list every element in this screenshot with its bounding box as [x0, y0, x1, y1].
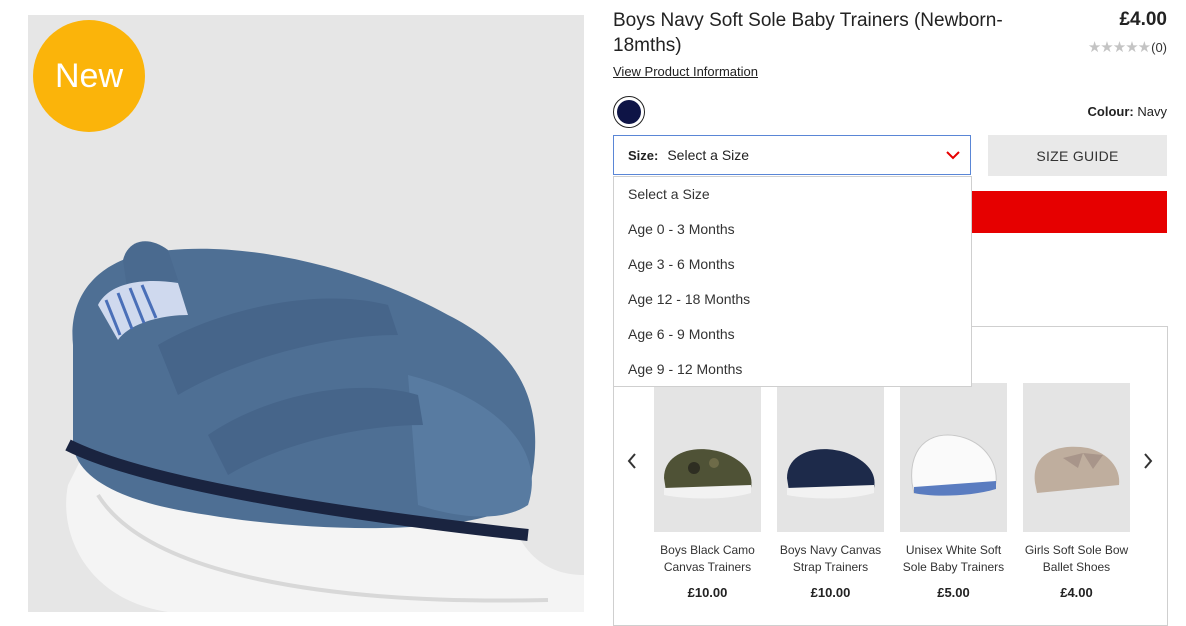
product-name: Boys Navy Canvas Strap Trainers: [779, 543, 882, 574]
colour-label-key: Colour:: [1087, 104, 1134, 119]
product-name: Unisex White Soft Sole Baby Trainers: [902, 543, 1005, 574]
colour-value: Navy: [1137, 104, 1167, 119]
related-product-card[interactable]: Unisex White Soft Sole Baby Trainers £5.…: [900, 383, 1007, 600]
product-thumbnail: [1023, 383, 1130, 532]
size-option[interactable]: Age 6 - 9 Months: [614, 317, 971, 352]
product-name: Boys Black Camo Canvas Trainers: [660, 543, 755, 574]
size-option[interactable]: Age 9 - 12 Months: [614, 352, 971, 387]
new-badge: New: [33, 20, 145, 132]
size-dropdown: Select a Size Age 0 - 3 Months Age 3 - 6…: [613, 176, 972, 387]
product-price: £4.00: [1119, 9, 1167, 30]
size-select[interactable]: Size: Select a Size: [613, 135, 971, 175]
review-count: (0): [1151, 39, 1167, 55]
size-option[interactable]: Select a Size: [614, 177, 971, 212]
product-title: Boys Navy Soft Sole Baby Trainers (Newbo…: [613, 10, 1003, 56]
chevron-left-icon[interactable]: [626, 450, 638, 476]
product-price: £10.00: [687, 585, 728, 600]
related-product-card[interactable]: Boys Navy Canvas Strap Trainers £10.00: [777, 383, 884, 600]
view-product-information-link[interactable]: View Product Information: [613, 64, 758, 79]
chevron-right-icon[interactable]: [1142, 450, 1154, 476]
product-price: £5.00: [937, 585, 970, 600]
size-option[interactable]: Age 12 - 18 Months: [614, 282, 971, 317]
related-product-card[interactable]: Girls Soft Sole Bow Ballet Shoes £4.00: [1023, 383, 1130, 600]
swatch-dot: [617, 100, 641, 124]
product-image[interactable]: New: [28, 15, 584, 612]
product-thumbnail: [654, 383, 761, 532]
size-label: Size:: [628, 147, 659, 163]
colour-label: Colour: Navy: [1088, 104, 1167, 119]
chevron-down-icon: [946, 151, 960, 160]
product-price: £10.00: [810, 585, 851, 600]
related-product-card[interactable]: Boys Black Camo Canvas Trainers £10.00: [654, 383, 761, 600]
size-guide-button[interactable]: SIZE GUIDE: [988, 135, 1167, 176]
product-thumbnail: [900, 383, 1007, 532]
rating[interactable]: ★★★★★ (0): [1088, 38, 1167, 56]
colour-swatch-navy[interactable]: [613, 96, 645, 128]
size-selected: Select a Size: [667, 147, 750, 163]
size-option[interactable]: Age 3 - 6 Months: [614, 247, 971, 282]
product-name: Girls Soft Sole Bow Ballet Shoes: [1024, 543, 1129, 574]
product-price: £4.00: [1060, 585, 1093, 600]
size-option[interactable]: Age 0 - 3 Months: [614, 212, 971, 247]
star-rating-icon: ★★★★★: [1087, 39, 1151, 56]
product-thumbnail: [777, 383, 884, 532]
